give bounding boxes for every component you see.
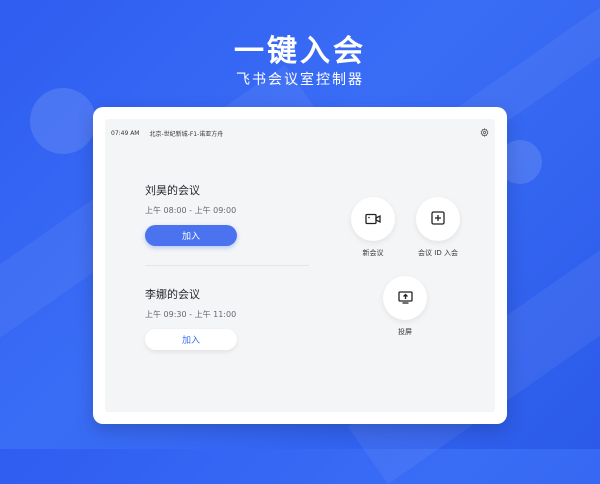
meeting-card: 李娜的会议 上午 09:30 - 上午 11:00 加入 [145, 286, 237, 350]
status-bar: 07:49 AM 北京-世纪新城-F1-诺亚方舟 [111, 127, 489, 139]
join-by-id-button[interactable] [416, 197, 460, 241]
new-meeting-button[interactable] [351, 197, 395, 241]
divider [145, 265, 309, 266]
screen-share-button[interactable] [383, 276, 427, 320]
new-meeting-action[interactable]: 新会议 [338, 197, 408, 258]
meeting-title: 李娜的会议 [145, 288, 200, 301]
screen-share-icon [397, 289, 413, 308]
status-time: 07:49 AM [111, 129, 140, 137]
gear-icon[interactable] [480, 127, 489, 139]
meeting-time: 上午 08:00 - 上午 09:00 [145, 206, 237, 215]
hero-subtitle: 飞书会议室控制器 [236, 72, 364, 88]
meeting-title: 刘昊的会议 [145, 184, 200, 197]
tablet-frame: 07:49 AM 北京-世纪新城-F1-诺亚方舟 刘昊的会议 上午 08:00 … [93, 107, 507, 424]
meeting-time: 上午 09:30 - 上午 11:00 [145, 310, 237, 319]
room-name: 北京-世纪新城-F1-诺亚方舟 [149, 130, 224, 138]
meeting-card: 刘昊的会议 上午 08:00 - 上午 09:00 加入 [145, 182, 237, 246]
join-button[interactable]: 加入 [145, 329, 237, 350]
background-circle [30, 88, 96, 154]
hero-title: 一键入会 [234, 34, 366, 69]
join-button[interactable]: 加入 [145, 225, 237, 246]
new-meeting-label: 新会议 [362, 249, 384, 257]
video-camera-icon [365, 210, 381, 229]
screen-share-label: 投屏 [398, 328, 412, 336]
screen-share-action[interactable]: 投屏 [370, 276, 440, 337]
join-by-id-label: 会议 ID 入会 [418, 249, 458, 257]
join-by-id-action[interactable]: 会议 ID 入会 [403, 197, 473, 258]
plus-square-icon [431, 210, 445, 229]
tablet-screen: 07:49 AM 北京-世纪新城-F1-诺亚方舟 刘昊的会议 上午 08:00 … [105, 119, 495, 412]
